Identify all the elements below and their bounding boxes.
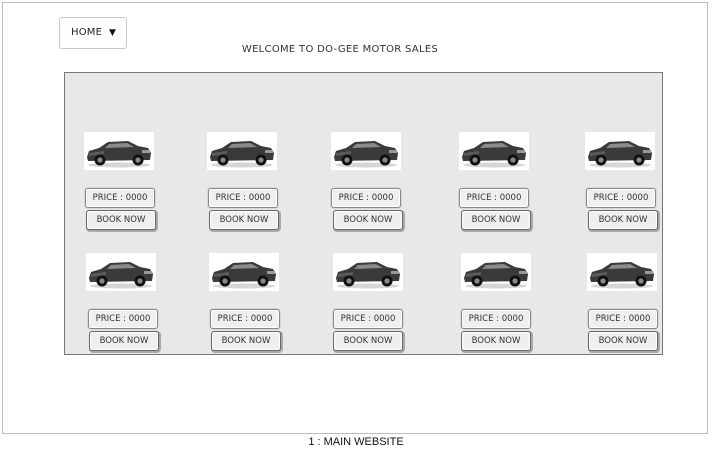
car-image[interactable] (86, 253, 156, 291)
price-label: PRICE : 0000 (588, 309, 658, 329)
book-now-button[interactable]: BOOK NOW (333, 331, 403, 351)
price-label: PRICE : 0000 (208, 188, 278, 208)
car-image[interactable] (207, 132, 277, 170)
car-image[interactable] (84, 132, 154, 170)
home-dropdown[interactable]: HOME ▼ (59, 17, 127, 49)
price-label: PRICE : 0000 (331, 188, 401, 208)
car-image[interactable] (587, 253, 657, 291)
book-now-button[interactable]: BOOK NOW (588, 210, 658, 230)
car-image[interactable] (585, 132, 655, 170)
home-dropdown-label: HOME (71, 27, 103, 38)
car-image[interactable] (209, 253, 279, 291)
price-label: PRICE : 0000 (85, 188, 155, 208)
price-label: PRICE : 0000 (333, 309, 403, 329)
book-now-button[interactable]: BOOK NOW (89, 331, 159, 351)
book-now-button[interactable]: BOOK NOW (333, 210, 403, 230)
price-label: PRICE : 0000 (461, 309, 531, 329)
car-image[interactable] (331, 132, 401, 170)
price-label: PRICE : 0000 (210, 309, 280, 329)
book-now-button[interactable]: BOOK NOW (209, 210, 279, 230)
diagram-caption: 1 : MAIN WEBSITE (308, 436, 404, 448)
book-now-button[interactable]: BOOK NOW (211, 331, 281, 351)
price-label: PRICE : 0000 (459, 188, 529, 208)
book-now-button[interactable]: BOOK NOW (86, 210, 156, 230)
price-label: PRICE : 0000 (88, 309, 158, 329)
car-image[interactable] (461, 253, 531, 291)
welcome-heading: WELCOME TO DO-GEE MOTOR SALES (241, 44, 439, 55)
book-now-button[interactable]: BOOK NOW (588, 331, 658, 351)
price-label: PRICE : 0000 (586, 188, 656, 208)
car-image[interactable] (459, 132, 529, 170)
car-listing-panel: PRICE : 0000 BOOK NOW PRICE : 0000 BOOK … (64, 72, 663, 355)
caret-down-icon: ▼ (109, 28, 116, 38)
book-now-button[interactable]: BOOK NOW (461, 331, 531, 351)
book-now-button[interactable]: BOOK NOW (461, 210, 531, 230)
car-image[interactable] (333, 253, 403, 291)
